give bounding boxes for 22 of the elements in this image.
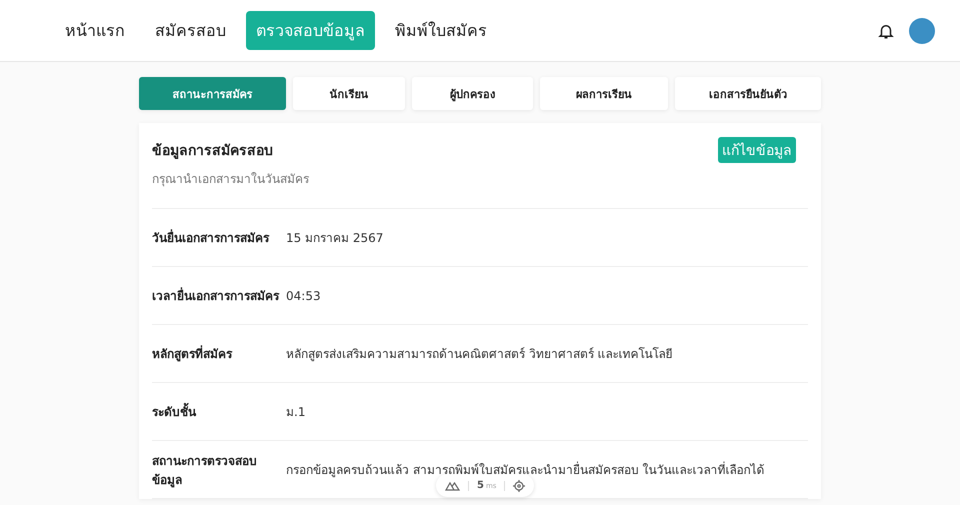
tab[interactable]: สถานะการสมัคร xyxy=(139,77,286,110)
field-label: สถานะการตรวจสอบข้อมูล xyxy=(152,452,258,488)
nav-link[interactable]: สมัครสอบ xyxy=(145,11,236,50)
field-label: หลักสูตรที่สมัคร xyxy=(152,344,234,363)
avatar[interactable] xyxy=(909,18,935,44)
tab[interactable]: เอกสารยืนยันตัว xyxy=(675,77,821,110)
field-value: 04:53 xyxy=(286,288,321,302)
card-title: ข้อมูลการสมัครสอบ xyxy=(152,142,274,161)
nav-link[interactable]: พิมพ์ใบสมัคร xyxy=(385,11,497,50)
card-subtitle: กรุณานำเอกสารมาในวันสมัคร xyxy=(152,171,309,188)
field-label: เวลายื่นเอกสารการสมัคร xyxy=(152,286,280,305)
field-value: หลักสูตรส่งเสริมความสามารถด้านคณิตศาสตร์ วิทยาศาสตร์ และเทคโนโลยี xyxy=(286,346,673,363)
field-label: วันยื่นเอกสารการสมัคร xyxy=(152,228,270,247)
mountain-icon[interactable] xyxy=(445,480,460,490)
tab[interactable]: นักเรียน xyxy=(293,77,405,110)
tab[interactable]: ผลการเรียน xyxy=(540,77,668,110)
nav-link[interactable]: หน้าแรก xyxy=(55,11,135,50)
field-label: ระดับชั้น xyxy=(152,402,286,421)
field-value: ม.1 xyxy=(286,404,306,421)
tab[interactable]: ผู้ปกครอง xyxy=(412,77,533,110)
field-value: 15 มกราคม 2567 xyxy=(286,230,384,247)
crosshair-icon[interactable] xyxy=(513,480,526,492)
